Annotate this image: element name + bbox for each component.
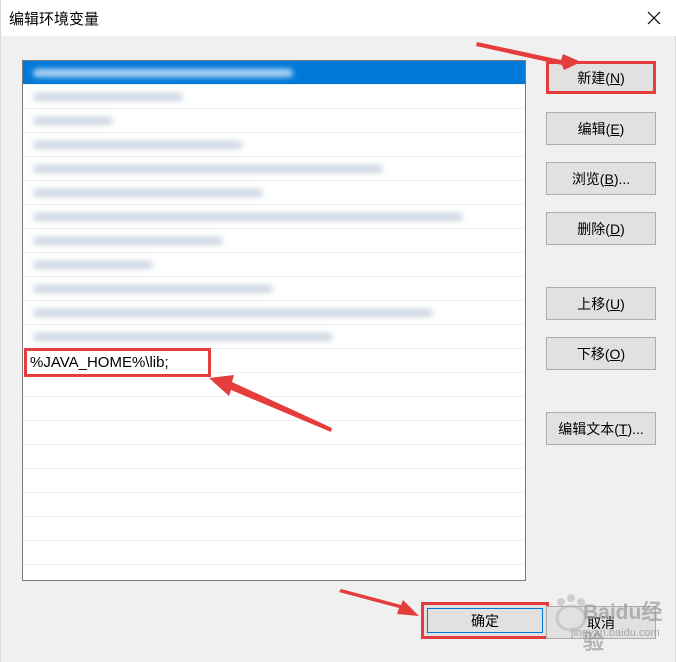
- dialog-title: 编辑环境变量: [9, 11, 100, 28]
- list-item[interactable]: [23, 397, 525, 421]
- list-item[interactable]: [23, 493, 525, 517]
- blurred-entry-text: [33, 69, 293, 77]
- list-item[interactable]: [23, 205, 525, 229]
- list-item[interactable]: [23, 229, 525, 253]
- list-item[interactable]: [23, 181, 525, 205]
- blurred-entry-text: [33, 189, 263, 197]
- close-button[interactable]: [631, 0, 676, 36]
- blurred-entry-text: [33, 237, 223, 245]
- list-item[interactable]: [23, 325, 525, 349]
- list-item[interactable]: [23, 157, 525, 181]
- list-item[interactable]: [23, 421, 525, 445]
- blurred-entry-text: [33, 285, 273, 293]
- blurred-entry-text: [33, 309, 433, 317]
- list-item[interactable]: [23, 445, 525, 469]
- blurred-entry-text: [33, 333, 333, 341]
- blurred-entry-text: [33, 213, 463, 221]
- list-item[interactable]: [23, 277, 525, 301]
- list-item[interactable]: [23, 541, 525, 565]
- focus-ring: [427, 608, 543, 633]
- list-item[interactable]: [23, 469, 525, 493]
- arrow-to-ok-button: [339, 589, 419, 616]
- blurred-entry-text: [33, 165, 383, 173]
- path-entry-input[interactable]: [27, 351, 208, 374]
- path-entry-edit-box: [24, 348, 211, 377]
- list-item[interactable]: [23, 253, 525, 277]
- browse-button[interactable]: 浏览(B)...: [546, 162, 656, 195]
- close-icon: [647, 11, 661, 25]
- move-down-button[interactable]: 下移(O): [546, 337, 656, 370]
- blurred-entry-text: [33, 93, 183, 101]
- path-entries-list[interactable]: [22, 60, 526, 581]
- list-item[interactable]: [23, 85, 525, 109]
- list-item[interactable]: [23, 517, 525, 541]
- list-item[interactable]: [23, 133, 525, 157]
- list-item[interactable]: [23, 109, 525, 133]
- edit-text-button[interactable]: 编辑文本(T)...: [546, 412, 656, 445]
- blurred-entry-text: [33, 117, 113, 125]
- watermark-url: jingyan.baidu.com: [571, 627, 660, 639]
- blurred-entry-text: [33, 261, 153, 269]
- new-button[interactable]: 新建(N): [546, 61, 656, 94]
- move-up-button[interactable]: 上移(U): [546, 287, 656, 320]
- ok-button[interactable]: 确定: [421, 602, 549, 639]
- list-item[interactable]: [23, 61, 525, 85]
- edit-env-variable-dialog: 编辑环境变量 新建(N): [0, 0, 676, 662]
- blurred-entry-text: [33, 141, 243, 149]
- title-bar: 编辑环境变量: [1, 0, 676, 36]
- list-item[interactable]: [23, 301, 525, 325]
- delete-button[interactable]: 删除(D): [546, 212, 656, 245]
- edit-button[interactable]: 编辑(E): [546, 112, 656, 145]
- watermark-brand: Baidu经验: [583, 601, 663, 654]
